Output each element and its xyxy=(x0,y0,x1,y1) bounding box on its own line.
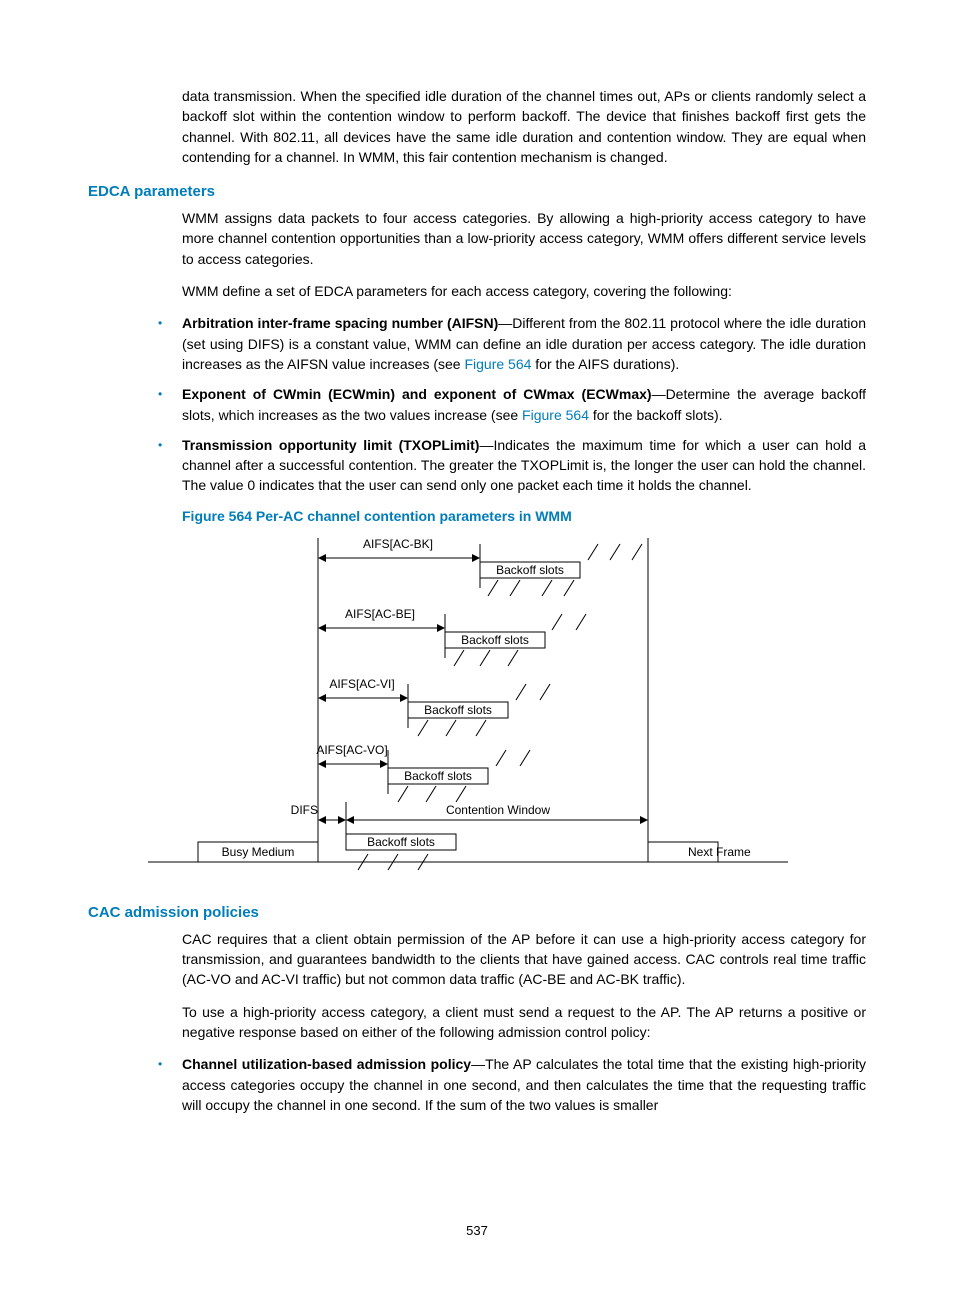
bullet-bold: Arbitration inter-frame spacing number (… xyxy=(182,315,498,331)
list-item: Transmission opportunity limit (TXOPLimi… xyxy=(146,435,866,496)
row-ac-bk: AIFS[AC-BK] Backoff slots xyxy=(320,537,642,596)
edca-p2: WMM define a set of EDCA parameters for … xyxy=(182,281,866,301)
row-ac-be: AIFS[AC-BE] Backoff slots xyxy=(320,607,586,666)
svg-text:Backoff slots: Backoff slots xyxy=(424,703,492,717)
cac-p1: CAC requires that a client obtain permis… xyxy=(182,929,866,990)
svg-text:AIFS[AC-VI]: AIFS[AC-VI] xyxy=(329,677,394,691)
bullet-bold: Channel utilization-based admission poli… xyxy=(182,1056,471,1072)
edca-heading: EDCA parameters xyxy=(88,183,866,200)
backoff-label: Backoff slots xyxy=(367,835,435,849)
bullet-bold: Exponent of CWmin (ECWmin) and exponent … xyxy=(182,386,652,402)
intro-paragraph: data transmission. When the specified id… xyxy=(182,86,866,167)
cac-bullet-list: Channel utilization-based admission poli… xyxy=(146,1054,866,1115)
bullet-text-post: for the backoff slots). xyxy=(589,407,723,423)
busy-medium-label: Busy Medium xyxy=(222,845,295,859)
edca-p1: WMM assigns data packets to four access … xyxy=(182,208,866,269)
list-item: Channel utilization-based admission poli… xyxy=(146,1054,866,1115)
bullet-text-post: for the AIFS durations). xyxy=(531,356,679,372)
cac-p2: To use a high-priority access category, … xyxy=(182,1002,866,1043)
difs-label: DIFS xyxy=(291,803,318,817)
row-ac-vi: AIFS[AC-VI] Backoff slots xyxy=(320,677,550,736)
svg-text:Backoff slots: Backoff slots xyxy=(461,633,529,647)
edca-bullet-list: Arbitration inter-frame spacing number (… xyxy=(146,313,866,495)
list-item: Arbitration inter-frame spacing number (… xyxy=(146,313,866,374)
page-number: 537 xyxy=(0,1223,954,1238)
next-frame-label: Next Frame xyxy=(688,845,751,859)
contention-window-label: Contention Window xyxy=(446,803,550,817)
row-ac-vo: AIFS[AC-VO] Backoff slots xyxy=(316,743,530,802)
figure-link[interactable]: Figure 564 xyxy=(464,356,531,372)
svg-text:AIFS[AC-BE]: AIFS[AC-BE] xyxy=(345,607,415,621)
cac-heading: CAC admission policies xyxy=(88,904,866,921)
bullet-bold: Transmission opportunity limit (TXOPLimi… xyxy=(182,437,479,453)
svg-text:Backoff slots: Backoff slots xyxy=(404,769,472,783)
svg-text:Backoff slots: Backoff slots xyxy=(496,563,564,577)
figure-link[interactable]: Figure 564 xyxy=(522,407,589,423)
svg-text:AIFS[AC-VO]: AIFS[AC-VO] xyxy=(316,743,387,757)
svg-text:AIFS[AC-BK]: AIFS[AC-BK] xyxy=(363,537,433,551)
list-item: Exponent of CWmin (ECWmin) and exponent … xyxy=(146,384,866,425)
figure-caption: Figure 564 Per-AC channel contention par… xyxy=(182,508,866,524)
wmm-diagram: Busy Medium Next Frame DIFS Contention W… xyxy=(148,530,788,890)
